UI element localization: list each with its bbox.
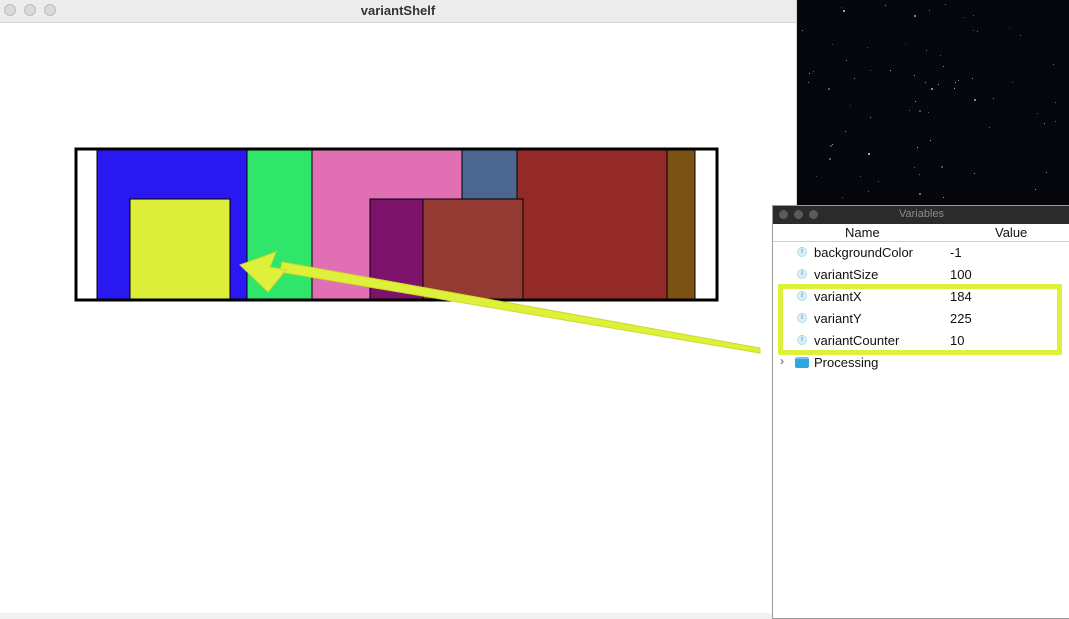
star-dot bbox=[909, 110, 910, 111]
sketch-window: variantShelf bbox=[0, 0, 797, 619]
variable-row[interactable]: i variantSize 100 bbox=[773, 264, 1069, 286]
star-dot bbox=[905, 44, 906, 45]
star-dot bbox=[925, 82, 926, 83]
star-dot bbox=[977, 31, 978, 32]
star-dot bbox=[914, 15, 916, 17]
star-dot bbox=[850, 105, 851, 106]
star-dot bbox=[830, 145, 832, 147]
star-dot bbox=[1053, 64, 1054, 65]
variable-name: variantSize bbox=[814, 267, 879, 282]
chevron-right-icon[interactable]: › bbox=[780, 354, 784, 368]
star-dot bbox=[974, 173, 975, 174]
star-dot bbox=[1009, 27, 1010, 28]
variable-value: -1 bbox=[950, 245, 962, 260]
star-dot bbox=[929, 10, 930, 11]
star-dot bbox=[832, 144, 833, 145]
shelf-block-yellow bbox=[129, 198, 231, 300]
star-dot bbox=[841, 7, 842, 8]
star-dot bbox=[870, 117, 871, 118]
star-dot bbox=[930, 140, 931, 141]
variables-titlebar[interactable]: Variables bbox=[773, 206, 1069, 224]
star-dot bbox=[954, 88, 955, 89]
star-dot bbox=[973, 15, 974, 16]
star-dot bbox=[870, 70, 871, 71]
star-dot bbox=[964, 17, 965, 18]
star-dot bbox=[890, 70, 891, 71]
star-dot bbox=[955, 82, 956, 83]
star-dot bbox=[868, 153, 870, 155]
tree-folder-processing[interactable]: › Processing bbox=[773, 352, 1069, 374]
star-dot bbox=[914, 167, 915, 168]
star-dot bbox=[915, 101, 916, 102]
star-dot bbox=[846, 60, 847, 61]
star-dot bbox=[1037, 113, 1038, 114]
star-dot bbox=[802, 30, 803, 31]
star-dot bbox=[928, 112, 929, 113]
star-dot bbox=[972, 78, 973, 79]
variables-title: Variables bbox=[898, 208, 945, 220]
star-dot bbox=[938, 84, 939, 85]
star-dot bbox=[809, 73, 810, 74]
star-dot bbox=[813, 71, 814, 72]
variables-window: Variables Name Value i backgroundColor -… bbox=[772, 205, 1069, 619]
star-dot bbox=[958, 80, 959, 81]
star-dot bbox=[919, 110, 921, 112]
star-dot bbox=[914, 75, 915, 76]
star-dot bbox=[808, 82, 809, 83]
sketch-bottom-bar bbox=[0, 613, 772, 619]
star-dot bbox=[1046, 172, 1047, 173]
star-dot bbox=[1020, 35, 1021, 36]
shelf-block-brown bbox=[666, 148, 696, 300]
star-dot bbox=[829, 158, 831, 160]
star-dot bbox=[943, 66, 944, 67]
shelf-block-rust bbox=[422, 198, 524, 300]
star-dot bbox=[828, 88, 830, 90]
variable-row[interactable]: i backgroundColor -1 bbox=[773, 242, 1069, 264]
star-dot bbox=[843, 10, 845, 12]
star-dot bbox=[1044, 123, 1045, 124]
column-header-name[interactable]: Name bbox=[845, 225, 880, 240]
star-dot bbox=[940, 55, 941, 56]
star-dot bbox=[867, 47, 868, 48]
star-dot bbox=[832, 44, 833, 45]
star-dot bbox=[816, 176, 817, 177]
variables-table-header: Name Value bbox=[773, 224, 1069, 242]
star-dot bbox=[854, 78, 855, 79]
folder-icon bbox=[795, 357, 809, 368]
shelf-block-dark-red bbox=[516, 148, 668, 300]
star-dot bbox=[1055, 102, 1056, 103]
shelf-block-green bbox=[246, 148, 313, 300]
int-variable-icon: i bbox=[797, 247, 807, 257]
star-dot bbox=[868, 191, 869, 192]
star-dot bbox=[945, 4, 946, 5]
int-variable-icon: i bbox=[797, 269, 807, 279]
sketch-canvas bbox=[74, 147, 719, 302]
star-dot bbox=[941, 166, 943, 168]
star-dot bbox=[943, 197, 944, 198]
variable-name: backgroundColor bbox=[814, 245, 914, 260]
star-dot bbox=[926, 50, 927, 51]
star-dot bbox=[842, 197, 843, 198]
star-dot bbox=[973, 30, 974, 31]
star-dot bbox=[917, 147, 918, 148]
star-dot bbox=[974, 99, 976, 101]
annotation-highlight-box bbox=[778, 284, 1062, 355]
star-dot bbox=[845, 131, 846, 132]
star-dot bbox=[1012, 82, 1013, 83]
star-dot bbox=[919, 174, 920, 175]
star-dot bbox=[1055, 121, 1056, 122]
folder-label: Processing bbox=[814, 355, 879, 370]
variable-value: 100 bbox=[950, 267, 972, 282]
screen: variantShelf Variables Name Value i back… bbox=[0, 0, 1069, 619]
column-header-value[interactable]: Value bbox=[995, 225, 1027, 240]
star-dot bbox=[885, 5, 886, 6]
star-dot bbox=[860, 176, 861, 177]
star-dot bbox=[919, 193, 921, 195]
star-dot bbox=[1035, 189, 1036, 190]
star-dot bbox=[878, 181, 879, 182]
star-dot bbox=[931, 88, 933, 90]
star-dot bbox=[993, 98, 994, 99]
star-dot bbox=[989, 127, 990, 128]
